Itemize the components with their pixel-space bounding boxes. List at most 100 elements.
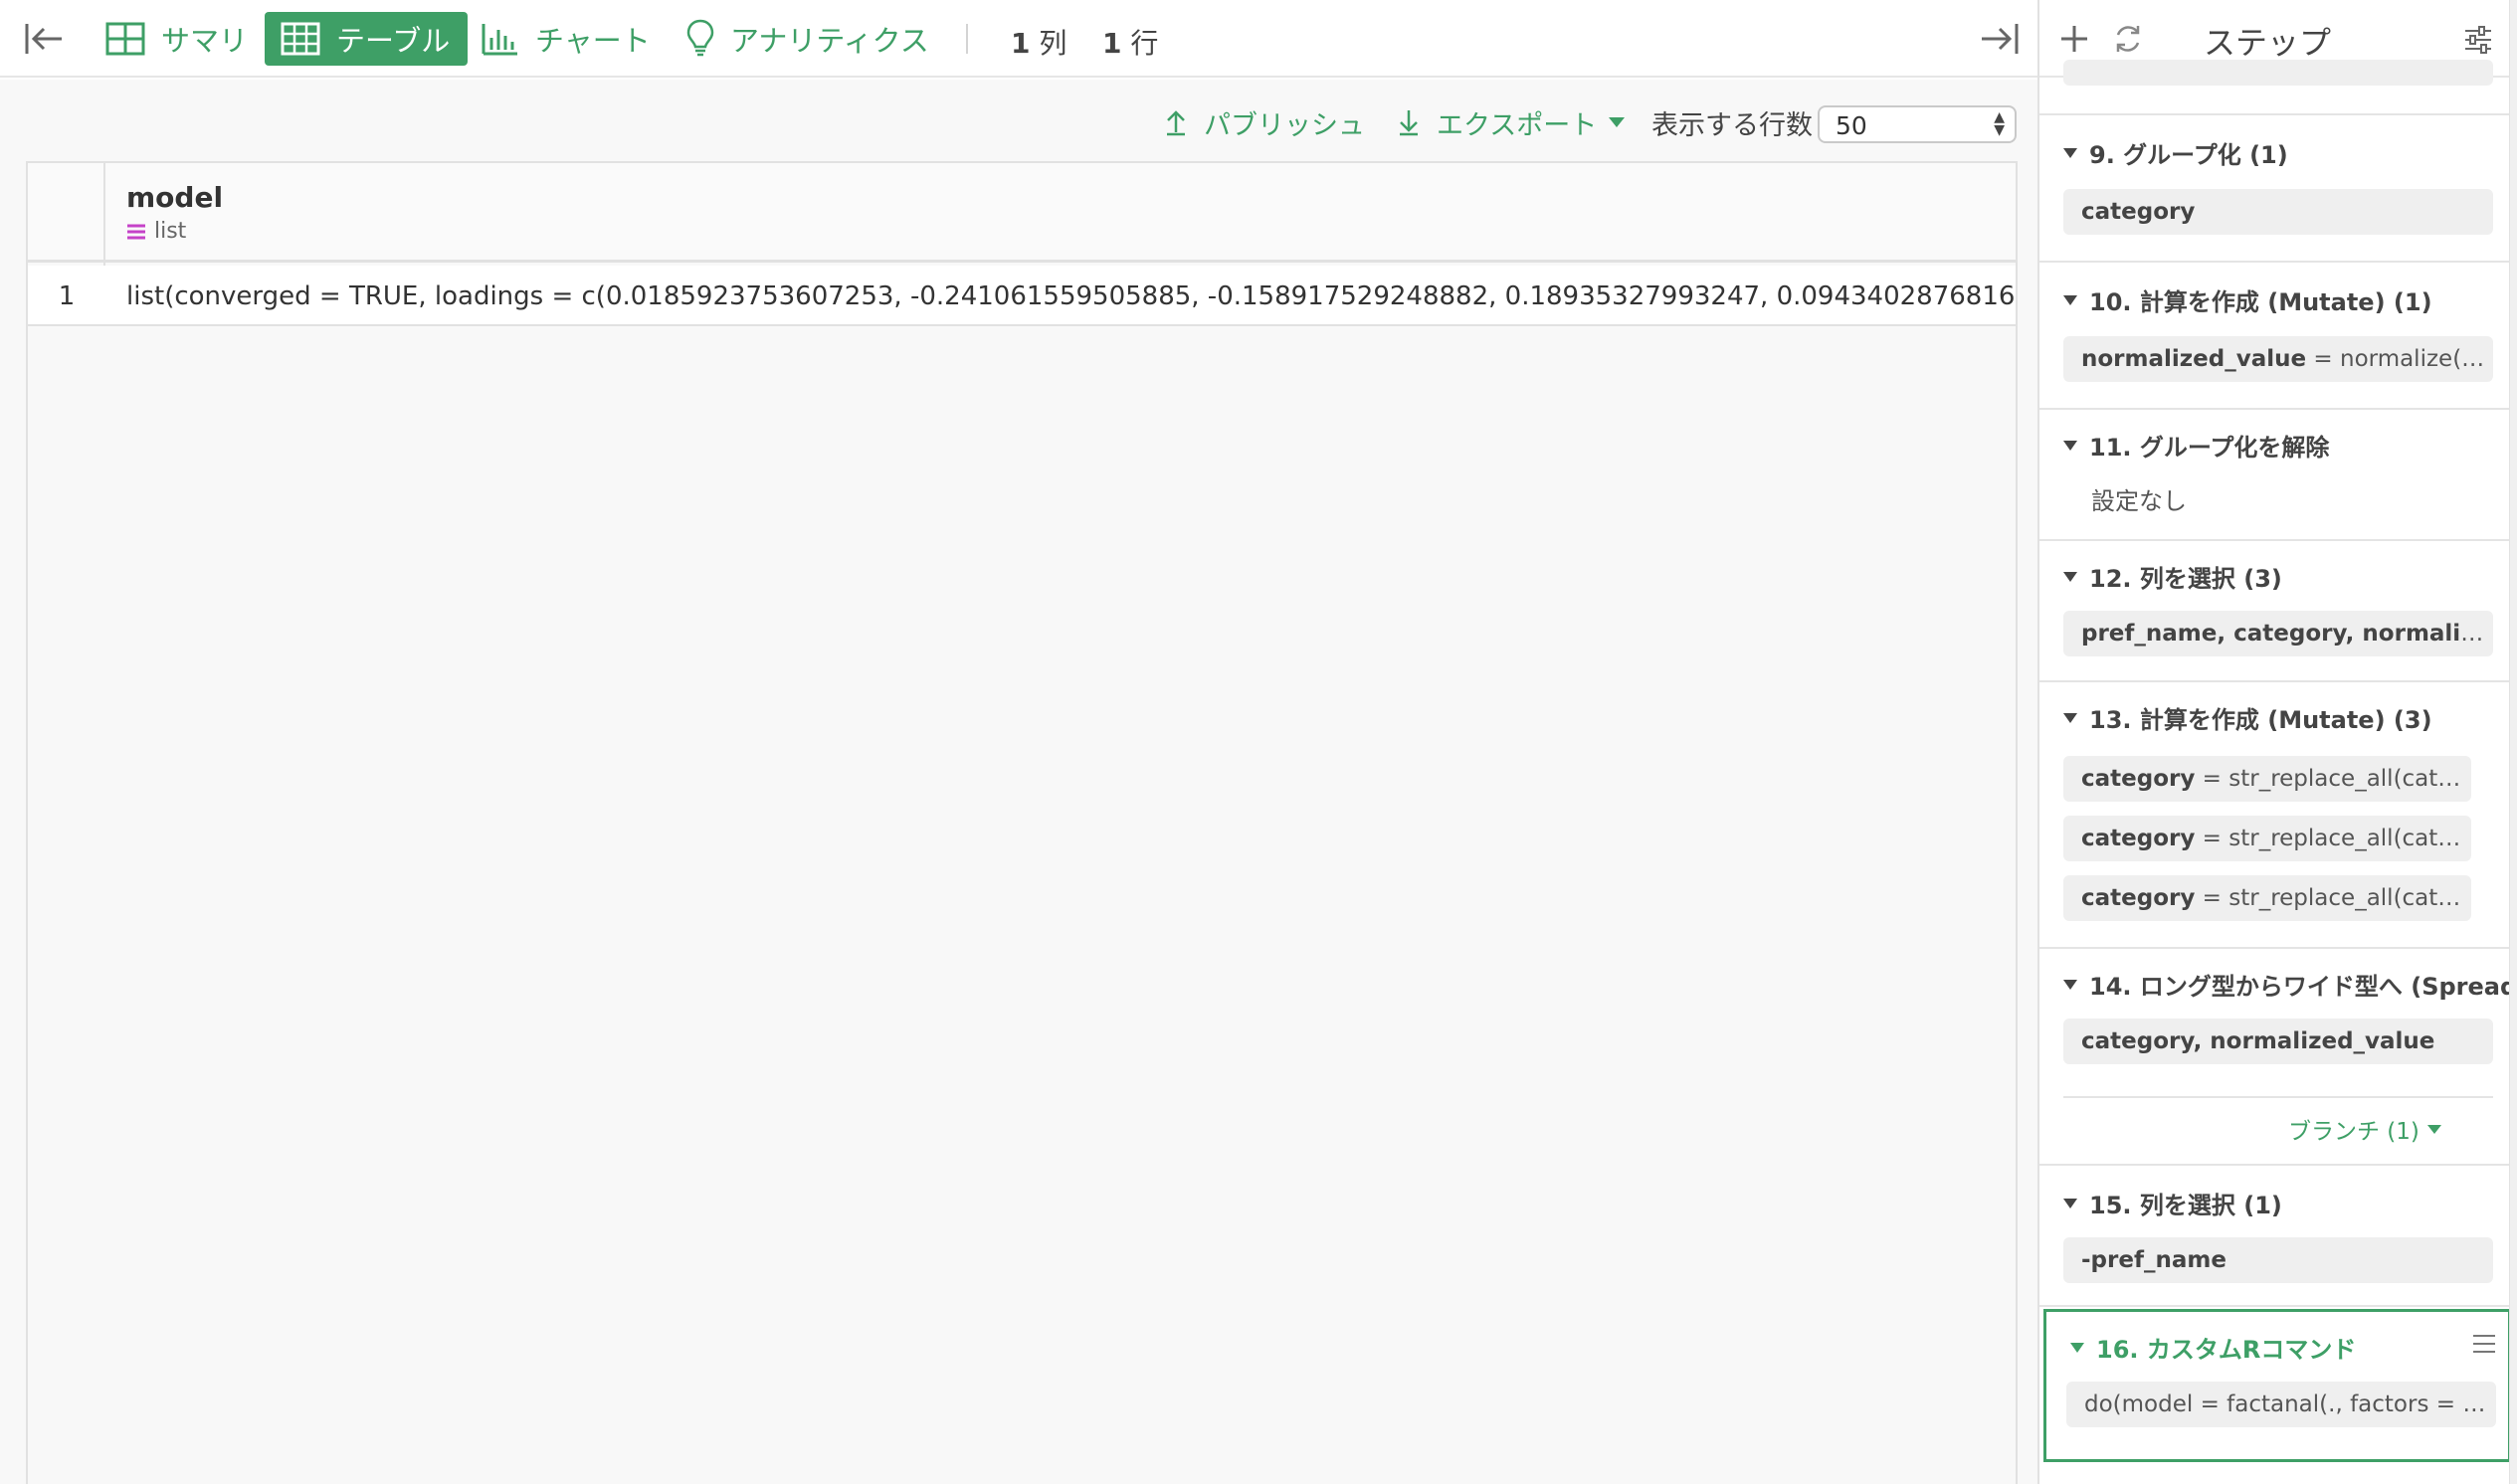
step-15-title-text: 15. 列を選択 (1): [2089, 1192, 2282, 1219]
rows-per-page-label: 表示する行数: [1651, 109, 1813, 141]
step-11[interactable]: 11. グループ化を解除 設定なし: [2039, 410, 2511, 541]
step-12-chip-bold: pref_name, category, normalized_…: [2081, 621, 2493, 647]
step-11-title-text: 11. グループ化を解除: [2089, 434, 2330, 462]
export-button[interactable]: エクスポート: [1397, 99, 1626, 145]
step-13-title-text: 13. 計算を作成 (Mutate) (3): [2089, 706, 2432, 734]
expand-triangle-icon[interactable]: [2063, 440, 2077, 451]
tab-table-label: テーブル: [336, 24, 451, 58]
column-count: 1 列: [1011, 22, 1066, 62]
step-10-chip[interactable]: normalized_value = normalize(hour…: [2063, 336, 2493, 382]
expand-triangle-icon[interactable]: [2070, 1342, 2084, 1353]
step-15[interactable]: 15. 列を選択 (1) -pref_name: [2039, 1166, 2511, 1307]
step-13-chip-1-bold: category: [2081, 766, 2196, 792]
row-count-unit: 行: [1130, 27, 1159, 60]
step-13-chip-2[interactable]: category = str_replace_all(cate…: [2063, 816, 2471, 861]
tab-table[interactable]: テーブル: [265, 12, 469, 66]
publish-label: パブリッシュ: [1204, 109, 1365, 141]
settings-sliders-icon[interactable]: [2463, 26, 2493, 54]
expand-triangle-icon[interactable]: [2063, 571, 2077, 582]
row-count-value: 1: [1102, 27, 1122, 60]
expand-triangle-icon[interactable]: [2063, 979, 2077, 990]
step-10-chip-bold: normalized_value: [2081, 346, 2307, 372]
step-9[interactable]: 9. グループ化 (1) category: [2039, 115, 2511, 263]
previous-step: [2039, 70, 2511, 115]
column-type-label: list: [154, 219, 187, 244]
column-count-unit: 列: [1039, 27, 1067, 60]
step-16-chip[interactable]: do(model = factanal(., factors = 2, r…: [2066, 1382, 2496, 1427]
step-16-title: 16. カスタムRコマンド: [2070, 1330, 2356, 1365]
step-12[interactable]: 12. 列を選択 (3) pref_name, category, normal…: [2039, 541, 2511, 682]
step-12-title: 12. 列を選択 (3): [2063, 559, 2282, 594]
upload-icon: [1167, 110, 1185, 136]
step-10-chip-rest: = normalize(hour…: [2313, 346, 2493, 372]
collapse-left-button[interactable]: [24, 12, 64, 66]
download-icon: [1400, 110, 1418, 136]
column-count-value: 1: [1011, 27, 1031, 60]
step-13-chip-1[interactable]: category = str_replace_all(cate…: [2063, 756, 2471, 802]
step-10-title-text: 10. 計算を作成 (Mutate) (1): [2089, 288, 2432, 316]
steps-panel-title: ステップ: [2204, 24, 2332, 62]
column-header-name[interactable]: model: [126, 181, 223, 214]
step-13-chip-2-rest: = str_replace_all(cate…: [2195, 826, 2471, 851]
row-count: 1 行: [1102, 22, 1158, 62]
expand-triangle-icon[interactable]: [2063, 712, 2077, 723]
step-16-title-text: 16. カスタムRコマンド: [2096, 1336, 2357, 1364]
step-10-title: 10. 計算を作成 (Mutate) (1): [2063, 282, 2432, 317]
table-header: [28, 163, 2016, 263]
summary-grid-icon: [105, 22, 145, 56]
step-10[interactable]: 10. 計算を作成 (Mutate) (1) normalized_value …: [2039, 263, 2511, 410]
collapse-right-button[interactable]: [1980, 12, 2020, 66]
step-16-chip-rest: do(model = factanal(., factors = 2, r…: [2084, 1391, 2496, 1417]
step-13[interactable]: 13. 計算を作成 (Mutate) (3) category = str_re…: [2039, 682, 2511, 949]
select-updown-icon: ▲ ▼: [1994, 109, 2005, 138]
step-12-title-text: 12. 列を選択 (3): [2089, 565, 2282, 593]
step-15-chip[interactable]: -pref_name: [2063, 1237, 2493, 1283]
step-13-chip-1-rest: = str_replace_all(cate…: [2195, 766, 2471, 792]
rows-per-page-value: 50: [1836, 111, 1867, 140]
add-step-icon[interactable]: [2059, 24, 2089, 54]
expand-triangle-icon[interactable]: [2063, 294, 2077, 305]
step-9-chip-bold: category: [2081, 199, 2196, 225]
step-11-note: 設定なし: [2091, 487, 2187, 515]
publish-button[interactable]: パブリッシュ: [1164, 99, 1365, 145]
table-grid-icon: [281, 22, 320, 56]
expand-triangle-icon[interactable]: [2063, 147, 2077, 158]
expand-triangle-icon[interactable]: [2063, 1198, 2077, 1208]
panel-scrollbar[interactable]: [2509, 0, 2517, 1484]
caret-down-icon: [1609, 117, 1626, 127]
step-13-chip-3[interactable]: category = str_replace_all(cate…: [2063, 875, 2471, 921]
top-toolbar: サマリ テーブル チャート アナリティクス 1 列 1 行: [0, 0, 2037, 78]
table-cell[interactable]: list(converged = TRUE, loadings = c(0.01…: [126, 281, 2016, 311]
branch-label: ブランチ (1): [2288, 1119, 2420, 1145]
arrow-left-to-bar-icon: [25, 24, 62, 54]
step-9-title-text: 9. グループ化 (1): [2089, 141, 2288, 169]
step-11-title: 11. グループ化を解除: [2063, 428, 2329, 463]
step-13-chip-3-bold: category: [2081, 885, 2196, 911]
hamburger-menu-icon[interactable]: [2472, 1334, 2496, 1354]
branch-button[interactable]: ブランチ (1): [2288, 1112, 2441, 1146]
tab-summary[interactable]: サマリ: [105, 12, 248, 66]
step-9-chip[interactable]: category: [2063, 189, 2493, 235]
step-15-chip-bold: -pref_name: [2081, 1247, 2227, 1273]
tab-analytics[interactable]: アナリティクス: [686, 12, 929, 66]
lightbulb-icon: [686, 19, 714, 57]
refresh-icon[interactable]: [2111, 22, 2145, 56]
list-type-icon: [127, 224, 145, 239]
tab-chart[interactable]: チャート: [482, 12, 651, 66]
tab-summary-label: サマリ: [161, 24, 249, 58]
step-12-chip[interactable]: pref_name, category, normalized_…: [2063, 611, 2493, 656]
step-14-title: 14. ロング型からワイド型へ (Spread): [2063, 967, 2517, 1002]
step-9-title: 9. グループ化 (1): [2063, 135, 2288, 170]
main-area: パブリッシュ エクスポート 表示する行数 50 ▲▼ model list 1: [0, 80, 2037, 1484]
row-number: 1: [58, 281, 76, 311]
rows-per-page-select[interactable]: 50 ▲ ▼: [1818, 105, 2017, 143]
table-row[interactable]: 1 list(converged = TRUE, loadings = c(0.…: [28, 266, 2016, 326]
step-14-chip[interactable]: category, normalized_value: [2063, 1019, 2493, 1064]
branch-caret-down-icon: [2426, 1124, 2441, 1134]
step-13-chip-3-rest: = str_replace_all(cate…: [2195, 885, 2471, 911]
step-13-title: 13. 計算を作成 (Mutate) (3): [2063, 700, 2432, 735]
steps-panel: ステップ 9. グループ化 (1) category 10. 計算を作成 (Mu…: [2037, 0, 2517, 1484]
step-16[interactable]: 16. カスタムRコマンド do(model = factanal(., fac…: [2043, 1309, 2511, 1462]
arrow-right-to-bar-icon: [1982, 24, 2019, 54]
toolbar-divider: [966, 24, 968, 54]
